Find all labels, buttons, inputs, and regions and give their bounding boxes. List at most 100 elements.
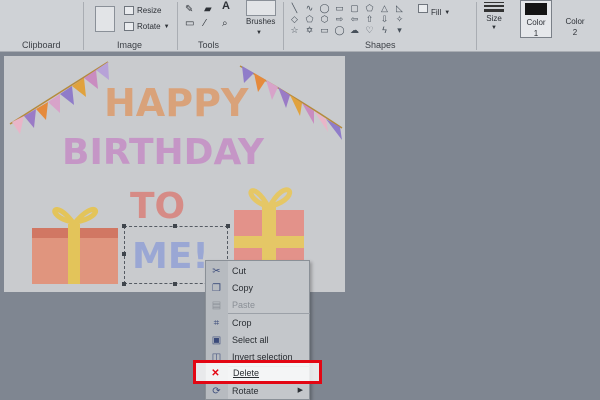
rotate-icon: ⟳ [212, 386, 221, 397]
left-gift-icon [32, 206, 118, 284]
ribbon-separator [283, 2, 284, 50]
to-text: TO [130, 186, 185, 227]
delete-highlight-box: ✕ Delete [193, 360, 322, 384]
birthday-text: BIRTHDAY [62, 132, 265, 173]
menu-item-label: Select all [232, 335, 269, 345]
size-label: Size [486, 14, 502, 23]
happy-text: HAPPY [104, 81, 249, 125]
size-line-thin [484, 2, 504, 3]
size-line-thick [484, 9, 504, 12]
menu-item-label: Rotate [232, 386, 259, 396]
shape-arrow-left-icon: ⇦ [350, 14, 359, 24]
menu-item-label: Cut [232, 266, 247, 276]
clipboard-group-label: Clipboard [22, 40, 61, 50]
selection-handle[interactable] [173, 282, 177, 286]
scissors-icon: ✂ [212, 266, 221, 277]
image-group-label: Image [117, 40, 143, 50]
fill-label: Fill [431, 8, 442, 17]
selection-handle[interactable] [173, 224, 177, 228]
shape-oval-icon: ◯ [319, 3, 330, 13]
select-button[interactable] [95, 6, 115, 32]
selection-handle[interactable] [226, 224, 230, 228]
menu-item-paste[interactable]: ▤ Paste [206, 297, 311, 314]
shape-lightning-icon: ϟ [382, 25, 387, 35]
rotate-button[interactable]: Rotate ▼ [124, 22, 170, 31]
color-picker-icon[interactable]: ⁄ [204, 18, 206, 29]
menu-item-rotate[interactable]: ⟳ Rotate ▶ [206, 383, 311, 400]
shape-arrow-up-icon: ⇧ [365, 14, 374, 24]
shapes-group-label: Shapes [365, 40, 396, 50]
menu-item-cut[interactable]: ✂ Cut [206, 263, 311, 280]
brushes-label: Brushes [246, 17, 276, 26]
menu-item-label: Delete [233, 368, 260, 378]
eraser-icon[interactable]: ▭ [185, 18, 194, 29]
fill-chevron-icon: ▼ [444, 9, 451, 16]
shape-diamond-icon: ◇ [291, 14, 298, 24]
shape-star4-icon: ✧ [395, 14, 404, 24]
resize-icon [124, 6, 134, 15]
shape-callout-cloud-icon: ☁ [350, 25, 359, 35]
color1-button[interactable]: Color 1 [520, 0, 552, 38]
shape-arrow-down-icon: ⇩ [380, 14, 389, 24]
shape-callout-rect-icon: ▭ [320, 25, 329, 35]
select-all-icon: ▣ [211, 335, 222, 346]
size-button[interactable]: Size ▼ [484, 2, 504, 31]
paste-icon: ▤ [211, 300, 222, 311]
text-tool-icon[interactable]: A [222, 0, 230, 12]
menu-item-select-all[interactable]: ▣ Select all [206, 332, 311, 349]
ribbon: Clipboard Resize Rotate ▼ Image ✎ ▰ A ▭ … [0, 0, 600, 52]
crop-icon: ⌗ [213, 318, 220, 329]
menu-item-label: Paste [232, 300, 256, 310]
shape-rect-icon: ▭ [335, 3, 344, 13]
ribbon-separator [476, 2, 477, 50]
shape-pentagon-icon: ⬠ [305, 14, 314, 24]
ribbon-separator [83, 2, 84, 50]
brushes-button[interactable]: Brushes [246, 17, 275, 26]
copy-icon: ❐ [212, 283, 221, 294]
tools-group-label: Tools [198, 40, 220, 50]
shape-callout-oval-icon: ◯ [334, 25, 345, 35]
size-chevron-icon: ▼ [491, 25, 497, 31]
shape-triangle-icon: △ [381, 3, 388, 13]
shape-rounded-rect-icon: ▢ [350, 3, 359, 13]
rotate-ribbon-icon [124, 22, 134, 31]
fill-bucket-icon[interactable]: ▰ [204, 4, 212, 15]
selection-handle[interactable] [122, 282, 126, 286]
shape-star5-icon: ☆ [290, 25, 299, 35]
shape-heart-icon: ♡ [365, 25, 374, 35]
menu-item-copy[interactable]: ❐ Copy [206, 280, 311, 297]
menu-item-crop[interactable]: ⌗ Crop [206, 315, 311, 332]
shape-curve-icon: ∿ [305, 3, 314, 13]
brushes-icon[interactable] [246, 0, 276, 16]
magnifier-icon[interactable]: ⌕ [222, 18, 228, 29]
left-bunting-icon [9, 61, 109, 134]
color2-button[interactable]: Color 2 [558, 16, 592, 38]
selection-handle[interactable] [122, 224, 126, 228]
brushes-chevron-icon: ▼ [256, 30, 262, 36]
resize-label: Resize [137, 6, 162, 15]
shapes-gallery[interactable]: ╲ ∿ ◯ ▭ ▢ ⬠ △ ◺ ◇ ⬠ ⬡ ⇨ ⇦ ⇧ ⇩ ✧ ☆ ✡ ▭ ◯ ☁ ♡ ϟ ▾ [287, 3, 411, 37]
color1-swatch [525, 3, 547, 15]
fill-button[interactable]: Fill ▼ [418, 8, 450, 17]
pencil-tool-icon[interactable]: ✎ [185, 4, 193, 15]
right-bunting-icon [239, 65, 343, 140]
ribbon-separator [177, 2, 178, 50]
shape-polygon-icon: ⬠ [365, 3, 374, 13]
shape-star6-icon: ✡ [305, 25, 314, 35]
size-line-medium [484, 5, 504, 7]
menu-separator [228, 313, 310, 314]
delete-x-icon: ✕ [211, 368, 220, 379]
selection-handle[interactable] [122, 252, 126, 256]
shape-hexagon-icon: ⬡ [320, 14, 329, 24]
color1-label: Color 1 [526, 18, 546, 38]
chevron-down-icon: ▼ [163, 23, 170, 30]
shape-scroll-icon: ▾ [397, 25, 402, 35]
shape-line-icon: ╲ [291, 3, 298, 13]
shape-right-triangle-icon: ◺ [396, 3, 403, 13]
resize-button[interactable]: Resize [124, 6, 161, 15]
menu-item-label: Copy [232, 283, 254, 293]
menu-item-label: Crop [232, 318, 252, 328]
menu-item-delete[interactable]: ✕ Delete [205, 365, 315, 382]
rotate-label: Rotate [137, 22, 161, 31]
shape-arrow-right-icon: ⇨ [335, 14, 344, 24]
